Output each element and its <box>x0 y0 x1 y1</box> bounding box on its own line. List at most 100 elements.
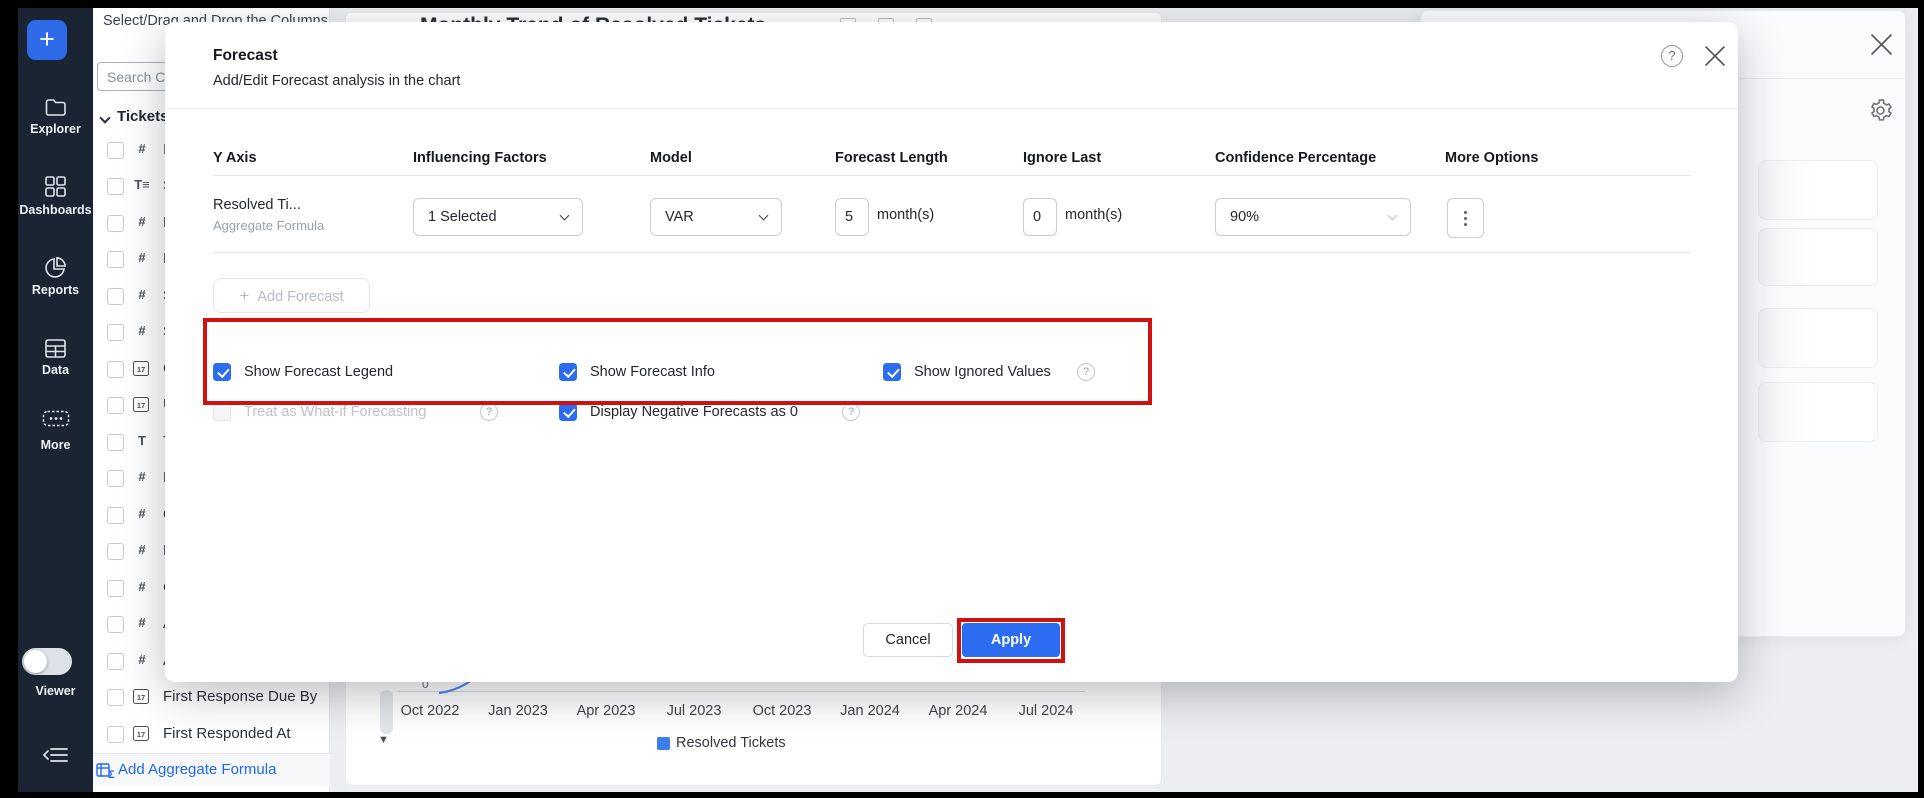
sidebar-item-explorer[interactable]: Explorer <box>9 122 102 136</box>
columns-panel-footer: Σ Add Aggregate Formula <box>93 753 330 786</box>
add-aggregate-formula-link[interactable]: Add Aggregate Formula <box>118 761 276 778</box>
chevron-down-icon <box>1388 211 1398 221</box>
show-forecast-info-checkbox[interactable] <box>559 363 577 381</box>
text-type-icon: T≡ <box>131 177 153 192</box>
x-axis-label: Oct 2022 <box>401 703 460 719</box>
grid-icon[interactable] <box>18 175 93 203</box>
field-checkbox[interactable] <box>107 178 124 195</box>
help-icon[interactable]: ? <box>480 403 498 421</box>
column-header-ignore-last: Ignore Last <box>1023 150 1101 166</box>
number-type-icon: # <box>131 287 153 302</box>
screenshot-border <box>1918 0 1924 798</box>
dialog-subtitle: Add/Edit Forecast analysis in the chart <box>213 73 460 89</box>
dialog-close-icon[interactable] <box>1704 45 1726 67</box>
number-type-icon: # <box>131 615 153 630</box>
number-type-icon: # <box>131 579 153 594</box>
field-checkbox[interactable] <box>107 507 124 524</box>
more-options-kebab-button[interactable] <box>1447 198 1484 238</box>
show-forecast-legend-label: Show Forecast Legend <box>244 364 393 380</box>
help-icon[interactable]: ? <box>1661 45 1683 67</box>
field-checkbox[interactable] <box>107 251 124 268</box>
aggregate-formula-icon: Σ <box>96 763 115 779</box>
table-section-tickets[interactable]: Tickets <box>99 108 168 130</box>
ignore-last-unit: month(s) <box>1065 207 1122 223</box>
chart-scrollbar[interactable] <box>380 690 393 734</box>
field-checkbox[interactable] <box>107 324 124 341</box>
field-checkbox[interactable] <box>107 288 124 305</box>
screenshot-border <box>0 792 1924 798</box>
sidebar-item-more[interactable]: More <box>9 438 102 452</box>
sidebar-item-dashboards[interactable]: Dashboards <box>9 203 102 217</box>
create-new-button[interactable]: + <box>27 20 67 60</box>
forecast-length-input[interactable] <box>835 198 869 236</box>
ignore-last-input[interactable] <box>1023 198 1057 236</box>
ellipsis-icon[interactable] <box>18 410 93 432</box>
y-axis-field-type: Aggregate Formula <box>213 218 324 233</box>
legend-swatch <box>657 737 670 750</box>
x-axis-label: Oct 2023 <box>753 703 812 719</box>
table-icon[interactable] <box>18 338 93 364</box>
field-checkbox[interactable] <box>107 616 124 633</box>
chevron-down-icon <box>560 211 570 221</box>
cancel-button[interactable]: Cancel <box>863 623 953 657</box>
influencing-factors-dropdown[interactable]: 1 Selected <box>413 198 583 236</box>
field-checkbox[interactable] <box>107 726 124 743</box>
x-axis-label: Apr 2024 <box>929 703 988 719</box>
help-icon[interactable]: ? <box>1077 363 1095 381</box>
folder-icon[interactable] <box>18 97 93 123</box>
field-checkbox[interactable] <box>107 653 124 670</box>
number-type-icon: # <box>131 469 153 484</box>
pie-chart-icon[interactable] <box>18 256 93 284</box>
display-negative-checkbox[interactable] <box>559 403 577 421</box>
field-checkbox[interactable] <box>107 397 124 414</box>
column-header-confidence-percentage: Confidence Percentage <box>1215 150 1376 166</box>
show-forecast-info-label: Show Forecast Info <box>590 364 715 380</box>
collapse-sidebar-icon[interactable] <box>18 745 93 770</box>
column-header-influencing-factors: Influencing Factors <box>413 150 547 166</box>
field-checkbox[interactable] <box>107 434 124 451</box>
divider <box>213 175 1690 176</box>
app-window: Monthly Trend of Resolved Tickets 0 ▼ Oc… <box>0 0 1924 798</box>
forecast-length-unit: month(s) <box>877 207 934 223</box>
divider <box>213 252 1690 253</box>
field-checkbox[interactable] <box>107 580 124 597</box>
field-label: First Responded At <box>163 725 291 742</box>
field-checkbox[interactable] <box>107 142 124 159</box>
gear-icon[interactable] <box>1868 98 1893 123</box>
model-dropdown[interactable]: VAR <box>650 198 782 236</box>
text-type-icon: T <box>131 433 153 448</box>
treat-what-if-checkbox[interactable] <box>213 403 231 421</box>
field-row: 17First Responded At <box>93 722 330 752</box>
confidence-percentage-dropdown[interactable]: 90% <box>1215 198 1411 236</box>
field-checkbox[interactable] <box>107 543 124 560</box>
settings-card <box>1758 228 1878 286</box>
divider <box>165 108 1738 109</box>
show-ignored-values-checkbox[interactable] <box>883 363 901 381</box>
column-header-more-options: More Options <box>1445 150 1538 166</box>
number-type-icon: # <box>131 250 153 265</box>
field-checkbox[interactable] <box>107 470 124 487</box>
number-type-icon: # <box>131 506 153 521</box>
table-section-label: Tickets <box>117 108 168 125</box>
scroll-down-arrow-icon[interactable]: ▼ <box>378 734 389 746</box>
column-header-y-axis: Y Axis <box>213 150 257 166</box>
field-checkbox[interactable] <box>107 215 124 232</box>
show-forecast-legend-checkbox[interactable] <box>213 363 231 381</box>
viewer-toggle[interactable] <box>22 648 72 675</box>
sidebar-item-reports[interactable]: Reports <box>9 283 102 297</box>
screenshot-border <box>0 0 1924 8</box>
number-type-icon: # <box>131 652 153 667</box>
field-checkbox[interactable] <box>107 361 124 378</box>
add-forecast-button[interactable]: +Add Forecast <box>213 278 370 313</box>
apply-button[interactable]: Apply <box>962 623 1060 657</box>
dialog-title: Forecast <box>213 47 278 65</box>
help-icon[interactable]: ? <box>842 403 860 421</box>
settings-panel-close-icon[interactable] <box>1870 33 1893 56</box>
sidebar-item-data[interactable]: Data <box>9 363 102 377</box>
field-checkbox[interactable] <box>107 689 124 706</box>
viewer-toggle-label: Viewer <box>9 684 102 698</box>
date-type-icon: 17 <box>133 361 149 376</box>
x-axis-label: Apr 2023 <box>577 703 636 719</box>
x-axis-label: Jul 2024 <box>1019 703 1074 719</box>
treat-what-if-label: Treat as What-if Forecasting <box>244 404 426 420</box>
